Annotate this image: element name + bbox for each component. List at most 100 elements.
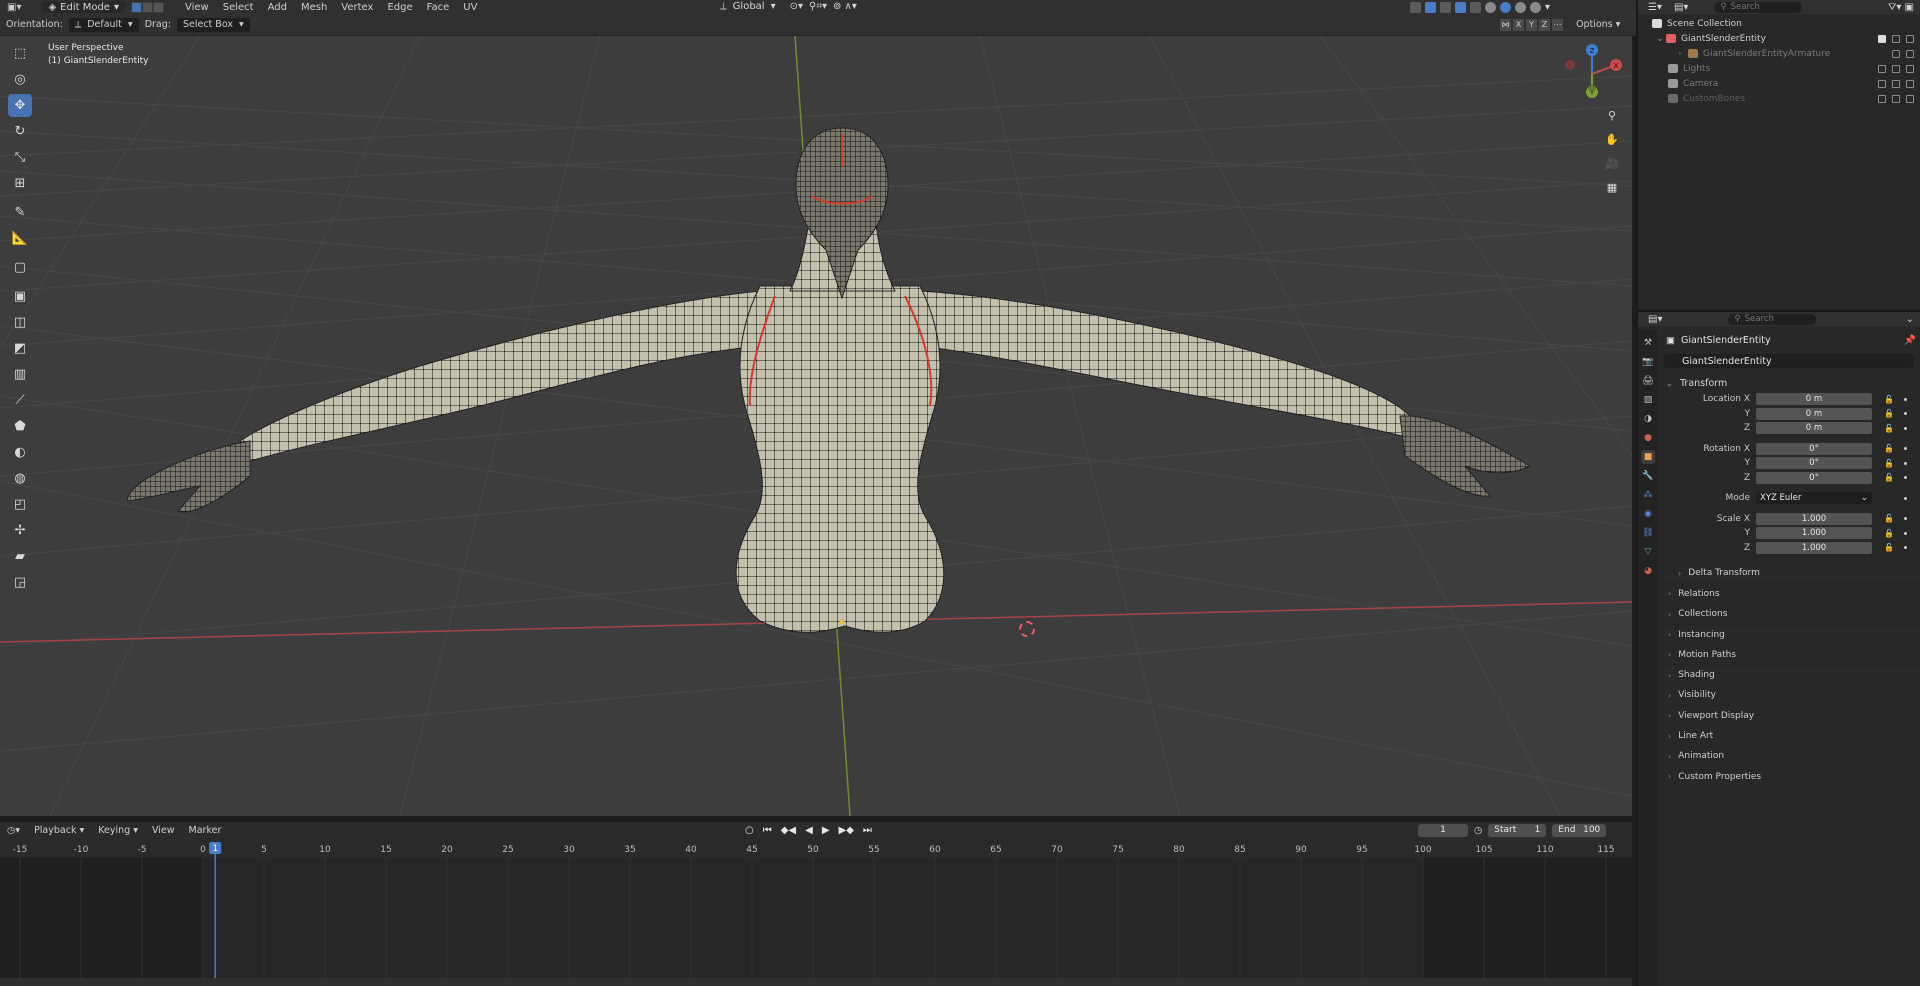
perspective-toggle-icon[interactable]: ▦ — [1602, 178, 1622, 196]
eye-icon[interactable] — [1892, 64, 1900, 73]
keyframe-dot[interactable] — [1904, 412, 1907, 416]
clock-icon[interactable]: ◷ — [1474, 825, 1482, 836]
pin-icon[interactable]: 📌 — [1904, 335, 1916, 346]
camera-view-icon[interactable]: 🎥 — [1602, 154, 1622, 172]
jump-start-icon[interactable]: ⏮ — [763, 825, 772, 836]
rotation-z-field[interactable]: 0° — [1756, 471, 1872, 484]
overlay-icon[interactable] — [1440, 1, 1451, 13]
eye-icon[interactable] — [1892, 34, 1900, 43]
mode-dropdown[interactable]: ◈ Edit Mode ▾ — [42, 1, 125, 13]
physics-tab-icon[interactable]: ◉ — [1641, 507, 1655, 521]
lock-icon[interactable]: 🔓 — [1884, 514, 1894, 523]
measure-tool-icon[interactable]: 📐 — [8, 227, 32, 250]
location-x-field[interactable]: 0 m — [1756, 393, 1872, 406]
spin-tool-icon[interactable]: ◐ — [8, 441, 32, 464]
lock-icon[interactable]: 🔓 — [1884, 473, 1894, 482]
wireframe-shading-icon[interactable] — [1485, 1, 1496, 13]
camera-icon[interactable] — [1906, 49, 1914, 58]
menu-uv[interactable]: UV — [456, 2, 484, 13]
lock-icon[interactable]: 🔓 — [1884, 424, 1894, 433]
view-layer-tab-icon[interactable]: ▧ — [1641, 393, 1655, 407]
panel-line-art[interactable]: › Line Art — [1660, 725, 1920, 745]
menu-edge[interactable]: Edge — [380, 2, 419, 13]
keyframe-dot[interactable] — [1904, 531, 1907, 535]
bevel-tool-icon[interactable]: ◩ — [8, 337, 32, 360]
object-name-field[interactable]: GiantSlenderEntity — [1664, 354, 1914, 368]
lock-icon[interactable]: 🔓 — [1884, 529, 1894, 538]
exclude-checkbox[interactable] — [1878, 64, 1886, 73]
mirror-options-icon[interactable]: ⋈ — [1500, 18, 1511, 31]
exclude-checkbox[interactable] — [1878, 34, 1886, 43]
poly-build-tool-icon[interactable]: ⬟ — [8, 415, 32, 438]
auto-merge-icon[interactable]: ⋯ — [1552, 18, 1563, 31]
pivot-icon[interactable]: ⊙▾ — [790, 1, 803, 12]
menu-vertex[interactable]: Vertex — [334, 2, 380, 13]
panel-instancing[interactable]: › Instancing — [1660, 623, 1920, 644]
annotate-tool-icon[interactable]: ✎ — [8, 201, 32, 224]
outliner-search-input[interactable]: ⚲ Search — [1714, 1, 1803, 13]
outliner-row-custombones[interactable]: CustomBones — [1638, 91, 1920, 106]
zoom-icon[interactable]: ⚲ — [1602, 106, 1622, 124]
keyframe-dot[interactable] — [1904, 546, 1907, 550]
gizmo-toggle-icon[interactable] — [1425, 1, 1436, 13]
play-reverse-icon[interactable]: ◀ — [805, 825, 813, 836]
current-frame-field[interactable]: 1 — [1418, 823, 1468, 837]
pan-hand-icon[interactable]: ✋ — [1602, 130, 1622, 148]
menu-keying[interactable]: Keying ▾ — [91, 825, 145, 836]
keyframe-dot[interactable] — [1904, 461, 1907, 465]
xray-icon[interactable] — [1470, 1, 1481, 13]
navigation-gizmo[interactable]: Z X Y — [1562, 44, 1622, 104]
keyframe-dot[interactable] — [1904, 496, 1907, 500]
output-tab-icon[interactable]: 🖨 — [1641, 374, 1655, 388]
scale-x-field[interactable]: 1.000 — [1756, 512, 1872, 525]
lock-icon[interactable]: 🔓 — [1884, 543, 1894, 552]
scale-z-field[interactable]: 1.000 — [1756, 541, 1872, 554]
drag-dropdown[interactable]: Select Box ▾ — [176, 17, 250, 32]
outliner-row-scene-collection[interactable]: Scene Collection — [1638, 16, 1920, 31]
eye-icon[interactable] — [1892, 49, 1900, 58]
camera-icon[interactable] — [1906, 94, 1914, 103]
start-frame-field[interactable]: Start 1 — [1488, 823, 1547, 837]
object-tab-icon[interactable]: ■ — [1641, 450, 1655, 464]
menu-view[interactable]: View — [178, 2, 216, 13]
cursor-tool-icon[interactable]: ◎ — [8, 68, 32, 91]
properties-search-input[interactable]: ⚲ Search — [1728, 313, 1817, 325]
add-cube-tool-icon[interactable]: ▢ — [8, 256, 32, 279]
eye-icon[interactable] — [1892, 79, 1900, 88]
menu-playback[interactable]: Playback ▾ — [27, 825, 91, 836]
rotation-y-field[interactable]: 0° — [1756, 457, 1872, 470]
overlay-toggle-icon[interactable] — [1455, 1, 1466, 13]
timeline-scrollbar[interactable] — [0, 978, 1632, 986]
eye-icon[interactable] — [1892, 94, 1900, 103]
scene-tab-icon[interactable]: ◑ — [1641, 412, 1655, 426]
record-icon[interactable]: ○ — [745, 825, 754, 836]
panel-visibility[interactable]: › Visibility — [1660, 684, 1920, 705]
modifier-tab-icon[interactable]: 🔧 — [1641, 469, 1655, 483]
shear-tool-icon[interactable]: ▰ — [8, 545, 32, 568]
mirror-y-button[interactable]: Y — [1526, 18, 1537, 31]
transform-orientation-dropdown[interactable]: Global — [733, 1, 765, 12]
rotation-x-field[interactable]: 0° — [1756, 442, 1872, 455]
transform-panel-header[interactable]: ⌄ Transform — [1660, 374, 1920, 392]
keyframe-dot[interactable] — [1904, 476, 1907, 480]
move-tool-icon[interactable]: ✥ — [8, 94, 32, 117]
shrink-fatten-tool-icon[interactable]: ✢ — [8, 519, 32, 542]
material-shading-icon[interactable] — [1515, 1, 1526, 13]
vertex-select-button[interactable] — [131, 1, 142, 13]
options-dropdown[interactable]: Options ▾ — [1576, 19, 1620, 30]
visibility-icon[interactable] — [1410, 1, 1421, 13]
location-y-field[interactable]: 0 m — [1756, 407, 1872, 420]
outliner-row-camera[interactable]: Camera — [1638, 76, 1920, 91]
orientation-dropdown[interactable]: ⟂ Default ▾ — [68, 17, 139, 32]
outliner-row-armature[interactable]: › GiantSlenderEntityArmature — [1638, 46, 1920, 61]
menu-face[interactable]: Face — [420, 2, 457, 13]
camera-icon[interactable] — [1906, 34, 1914, 43]
constraints-tab-icon[interactable]: ⛓ — [1641, 526, 1655, 540]
keyframe-dot[interactable] — [1904, 426, 1907, 430]
rotation-mode-dropdown[interactable]: XYZ Euler ⌄ — [1756, 492, 1872, 505]
menu-timeline-view[interactable]: View — [145, 825, 182, 836]
loop-cut-tool-icon[interactable]: ▥ — [8, 363, 32, 386]
exclude-checkbox[interactable] — [1878, 94, 1886, 103]
menu-marker[interactable]: Marker — [182, 825, 229, 836]
lock-icon[interactable]: 🔓 — [1884, 409, 1894, 418]
